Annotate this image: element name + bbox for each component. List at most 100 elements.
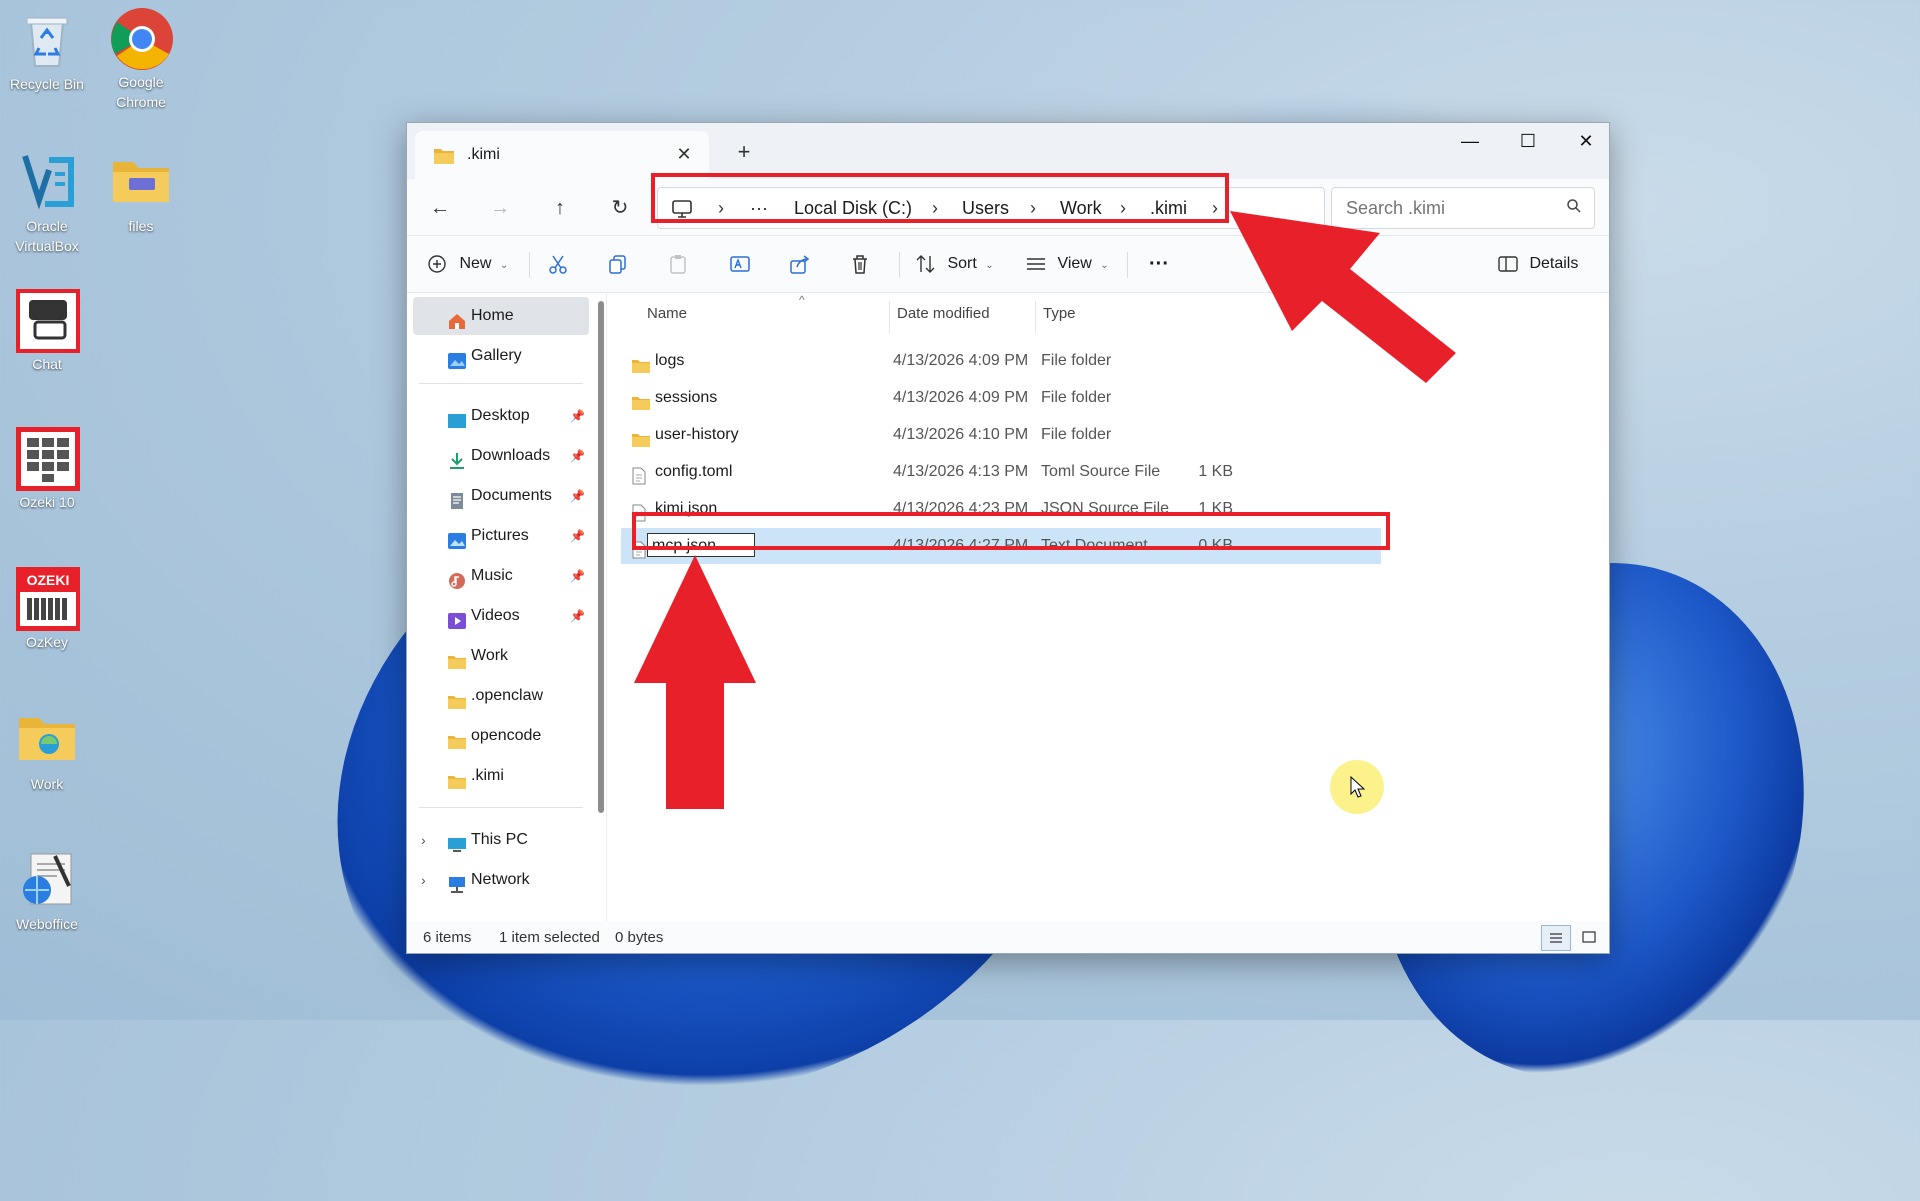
sidebar-item-videos[interactable]: Videos 📌 [413, 597, 589, 635]
file-type: File folder [1041, 352, 1112, 369]
rename-button[interactable] [729, 248, 751, 280]
sidebar-item-music[interactable]: Music 📌 [413, 557, 589, 595]
sidebar-item-openclaw[interactable]: .openclaw [413, 677, 589, 715]
file-size: 1 KB [1198, 463, 1233, 480]
pin-icon[interactable]: 📌 [570, 597, 585, 635]
sidebar-item-gallery[interactable]: Gallery [413, 337, 589, 375]
sidebar-item-work[interactable]: Work [413, 637, 589, 675]
column-header-date[interactable]: Date modified [897, 305, 990, 322]
chevron-right-icon[interactable]: › [421, 821, 426, 859]
file-row-sessions[interactable]: sessions 4/13/2026 4:09 PM File folder [621, 380, 1381, 416]
desktop-icon-chat[interactable]: Chat [2, 288, 92, 374]
paste-icon [670, 254, 686, 274]
divider [529, 252, 530, 278]
selection-count: 1 item selected [499, 929, 600, 946]
sidebar-scrollbar[interactable] [598, 301, 604, 813]
file-row-user-history[interactable]: user-history 4/13/2026 4:10 PM File fold… [621, 417, 1381, 453]
divider [419, 383, 583, 384]
up-arrow-icon[interactable]: ↑ [543, 191, 577, 225]
sidebar-item-kimi[interactable]: .kimi [413, 757, 589, 795]
desktop-icon-weboffice[interactable]: Weboffice [2, 848, 92, 934]
sidebar-item-network[interactable]: › Network [413, 861, 589, 899]
pin-icon[interactable]: 📌 [570, 517, 585, 555]
details-button[interactable]: Details [1497, 248, 1578, 280]
desktop-icon-chrome[interactable]: Google Chrome [96, 6, 186, 112]
desktop-icon-work[interactable]: Work [2, 708, 92, 794]
chevron-right-icon[interactable]: › [421, 861, 426, 899]
view-button[interactable]: View ⌄ [1025, 248, 1109, 280]
cut-button[interactable] [547, 248, 569, 280]
chevron-down-icon: ⌄ [985, 260, 994, 271]
sort-up-icon: ^ [799, 293, 805, 307]
minimize-button[interactable]: — [1441, 123, 1499, 159]
maximize-button[interactable]: ☐ [1499, 123, 1557, 159]
new-button-label: New [459, 255, 492, 272]
copy-button[interactable] [607, 248, 629, 280]
plus-circle-icon [428, 255, 446, 273]
pin-icon[interactable]: 📌 [570, 477, 585, 515]
share-button[interactable] [789, 248, 811, 280]
paste-button[interactable] [667, 248, 689, 280]
sidebar-item-opencode[interactable]: opencode [413, 717, 589, 755]
desktop-icon-label: Recycle Bin [10, 76, 84, 92]
sort-button[interactable]: Sort ⌄ [915, 248, 994, 280]
column-header-name[interactable]: Name [647, 305, 687, 322]
close-window-button[interactable]: ✕ [1557, 123, 1609, 159]
sidebar-item-home[interactable]: Home [413, 297, 589, 335]
sidebar-item-downloads[interactable]: Downloads 📌 [413, 437, 589, 475]
desktop-icon-virtualbox[interactable]: Oracle VirtualBox [2, 150, 92, 256]
search-icon[interactable] [1566, 198, 1582, 219]
sidebar-item-pictures[interactable]: Pictures 📌 [413, 517, 589, 555]
sidebar-item-label: Pictures [471, 527, 529, 544]
pin-icon[interactable]: 📌 [570, 397, 585, 435]
red-arrow-file [634, 555, 756, 809]
delete-button[interactable] [849, 248, 871, 280]
column-divider[interactable] [889, 301, 890, 333]
file-date: 4/13/2026 4:09 PM [893, 352, 1029, 369]
sidebar-item-label: Network [471, 871, 530, 888]
refresh-icon[interactable]: ↻ [603, 191, 637, 225]
sidebar-item-label: opencode [471, 727, 542, 744]
sidebar-item-documents[interactable]: Documents 📌 [413, 477, 589, 515]
desktop-icon-label: Ozeki 10 [19, 494, 75, 510]
sidebar-item-label: Desktop [471, 407, 530, 424]
desktop-icon-ozeki[interactable]: Ozeki 10 [2, 426, 92, 512]
copy-icon [609, 255, 626, 274]
folder-icon [433, 147, 455, 170]
ozkey-icon: OZEKI [15, 566, 80, 631]
tab-kimi[interactable]: .kimi ✕ [415, 131, 709, 179]
sidebar-item-label: Documents [471, 487, 552, 504]
desktop-icon-ozkey[interactable]: OZEKI OzKey [2, 566, 92, 652]
details-pane-icon [1498, 256, 1518, 272]
back-arrow-icon[interactable]: ← [423, 191, 457, 225]
sidebar-item-label: This PC [471, 831, 528, 848]
sidebar-item-desktop[interactable]: Desktop 📌 [413, 397, 589, 435]
pin-icon[interactable]: 📌 [570, 437, 585, 475]
weboffice-icon [15, 848, 79, 912]
new-button[interactable]: New ⌄ [427, 248, 508, 280]
ozkey-badge-text: OZEKI [26, 572, 70, 588]
pin-icon[interactable]: 📌 [570, 557, 585, 595]
details-button-label: Details [1529, 255, 1579, 272]
tab-title: .kimi [467, 146, 500, 163]
forward-arrow-icon[interactable]: → [483, 191, 517, 225]
sidebar-item-this-pc[interactable]: › This PC [413, 821, 589, 859]
navigation-pane: Home Gallery Desktop 📌 Downloads 📌 Docum… [407, 293, 597, 921]
column-header-type[interactable]: Type [1043, 305, 1076, 322]
sort-button-label: Sort [947, 255, 977, 272]
column-divider[interactable] [1035, 301, 1036, 333]
sidebar-item-label: .kimi [471, 767, 504, 784]
desktop-icon-recycle-bin[interactable]: Recycle Bin [2, 8, 92, 94]
chrome-icon [109, 6, 173, 70]
folder-icon [15, 708, 79, 772]
view-icon [1027, 258, 1045, 270]
more-options-button[interactable]: ··· [1149, 248, 1169, 280]
desktop-icon-files[interactable]: files [96, 150, 186, 236]
close-tab-icon[interactable]: ✕ [673, 143, 695, 165]
new-tab-button[interactable]: + [729, 137, 759, 167]
tiles-view-icon[interactable] [1575, 925, 1603, 949]
details-view-icon[interactable] [1541, 925, 1571, 951]
rename-icon [730, 256, 750, 272]
chevron-down-icon: ⌄ [1100, 260, 1109, 271]
file-row-config-toml[interactable]: config.toml 4/13/2026 4:13 PM Toml Sourc… [621, 454, 1381, 490]
